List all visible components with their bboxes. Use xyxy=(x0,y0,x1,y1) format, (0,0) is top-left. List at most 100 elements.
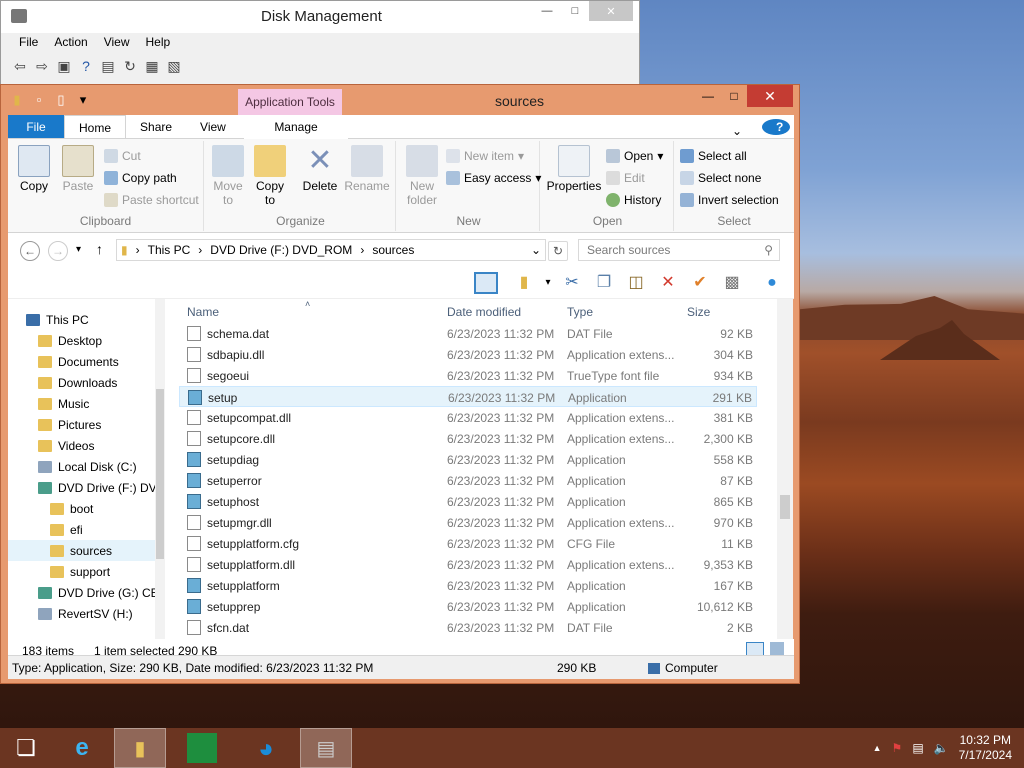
invert-selection-button[interactable]: Invert selection xyxy=(680,193,779,207)
file-row-setupcompat-dll[interactable]: setupcompat.dll 6/23/2023 11:32 PM Applica… xyxy=(179,407,757,428)
clock[interactable]: 10:32 PM 7/17/2024 xyxy=(959,733,1012,763)
paste-shortcut-button[interactable]: Paste shortcut xyxy=(104,193,199,207)
minimize-button[interactable]: — xyxy=(695,85,721,107)
copy-path-button[interactable]: Copy path xyxy=(104,171,177,185)
file-row-setuphost[interactable]: setuphost 6/23/2023 11:32 PM Application 86… xyxy=(179,491,757,512)
customize-qat-icon[interactable]: ▾ xyxy=(75,92,91,108)
volume-muted-icon[interactable]: 🔈 xyxy=(934,741,949,755)
easy-access-button[interactable]: Easy access ▾ xyxy=(446,171,541,185)
nav-item-support[interactable]: support xyxy=(50,561,110,582)
nav-item-dvd-drive-f-dv[interactable]: DVD Drive (F:) DV xyxy=(38,477,157,498)
forward-button[interactable]: → xyxy=(48,241,68,261)
file-row-sfcn-dat[interactable]: sfcn.dat 6/23/2023 11:32 PM DAT File 2 KB xyxy=(179,617,757,638)
nav-item-pictures[interactable]: Pictures xyxy=(38,414,101,435)
copy-button[interactable]: Copy xyxy=(14,145,54,193)
properties-qat-icon[interactable]: ▫ xyxy=(31,92,47,108)
list-view-icon[interactable]: ▤ xyxy=(99,57,117,75)
nav-item-local-disk-c[interactable]: Local Disk (C:) xyxy=(38,456,137,477)
file-row-sdbapiu-dll[interactable]: sdbapiu.dll 6/23/2023 11:32 PM Application… xyxy=(179,344,757,365)
edit-button[interactable]: Edit xyxy=(606,171,645,185)
disk-list-icon[interactable]: ▧ xyxy=(165,57,183,75)
nav-item-documents[interactable]: Documents xyxy=(38,351,119,372)
nav-item-this-pc[interactable]: This PC xyxy=(26,309,89,330)
file-explorer-icon[interactable]: ▮ xyxy=(114,728,166,768)
back-arrow-icon[interactable]: ⇦ xyxy=(11,57,29,75)
breadcrumb-this-pc[interactable]: This PC xyxy=(144,243,195,257)
open-button[interactable]: Open ▾ xyxy=(606,149,663,163)
file-row-setupmgr-dll[interactable]: setupmgr.dll 6/23/2023 11:32 PM Applicatio… xyxy=(179,512,757,533)
column-name[interactable]: Name xyxy=(187,305,219,319)
new-folder-qat-icon[interactable]: ▯ xyxy=(53,92,69,108)
file-row-setupdiag[interactable]: setupdiag 6/23/2023 11:32 PM Application 55… xyxy=(179,449,757,470)
preview-pane-icon[interactable] xyxy=(474,272,498,294)
menu-action[interactable]: Action xyxy=(46,35,95,49)
file-row-setupplatform-dll[interactable]: setupplatform.dll 6/23/2023 11:32 PM Appli… xyxy=(179,554,757,575)
menu-file[interactable]: File xyxy=(11,35,46,49)
tab-home[interactable]: Home xyxy=(64,115,127,138)
tab-file[interactable]: File xyxy=(8,115,64,138)
console-tree-icon[interactable]: ▣ xyxy=(55,57,73,75)
file-row-setuperror[interactable]: setuperror 6/23/2023 11:32 PM Application 8… xyxy=(179,470,757,491)
search-input[interactable]: Search sources xyxy=(587,243,670,257)
address-dropdown-icon[interactable]: ⌄ xyxy=(527,243,545,257)
edge-icon[interactable]: ◕ xyxy=(240,728,292,768)
refresh-icon[interactable]: ↻ xyxy=(121,57,139,75)
paste-button[interactable]: Paste xyxy=(58,145,98,193)
paste-icon[interactable]: ◫ xyxy=(624,272,648,294)
tab-manage[interactable]: Manage xyxy=(244,115,348,139)
new-folder-button[interactable]: New folder xyxy=(402,145,442,207)
tab-view[interactable]: View xyxy=(186,115,240,138)
folder-options-icon[interactable]: ▮ xyxy=(512,272,536,294)
move-to-button[interactable]: Move to xyxy=(208,145,248,207)
close-button[interactable]: ✕ xyxy=(747,85,793,107)
rename-button[interactable]: Rename xyxy=(344,145,390,193)
file-row-schema-dat[interactable]: schema.dat 6/23/2023 11:32 PM DAT File 92 K… xyxy=(179,323,757,344)
tab-share[interactable]: Share xyxy=(126,115,186,138)
back-button[interactable]: ← xyxy=(20,241,40,261)
file-row-setupplatform-cfg[interactable]: setupplatform.cfg 6/23/2023 11:32 PM CFG F… xyxy=(179,533,757,554)
close-button[interactable]: ✕ xyxy=(589,1,633,21)
nav-item-sources[interactable]: sources xyxy=(8,540,155,561)
file-scrollbar[interactable] xyxy=(777,299,793,639)
cut-icon[interactable]: ✂ xyxy=(560,272,584,294)
nav-item-dvd-drive-g-ce[interactable]: DVD Drive (G:) CE xyxy=(38,582,159,603)
recent-locations-icon[interactable]: ▾ xyxy=(76,244,81,255)
properties-icon[interactable]: ▦ xyxy=(143,57,161,75)
file-scrollbar-thumb[interactable] xyxy=(780,495,790,519)
nav-item-desktop[interactable]: Desktop xyxy=(38,330,102,351)
history-button[interactable]: History xyxy=(606,193,661,207)
maximize-button[interactable]: □ xyxy=(561,1,589,21)
forward-arrow-icon[interactable]: ⇨ xyxy=(33,57,51,75)
nav-item-efi[interactable]: efi xyxy=(50,519,83,540)
help-icon[interactable]: ? xyxy=(77,57,95,75)
checkmark-icon[interactable]: ✔ xyxy=(688,272,712,294)
file-row-setupprep[interactable]: setupprep 6/23/2023 11:32 PM Application 10… xyxy=(179,596,757,617)
file-row-setupcore-dll[interactable]: setupcore.dll 6/23/2023 11:32 PM Applicati… xyxy=(179,428,757,449)
minimize-button[interactable]: — xyxy=(533,1,561,21)
copy-icon[interactable]: ❐ xyxy=(592,272,616,294)
disk-management-taskbar-icon[interactable]: ▤ xyxy=(300,728,352,768)
large-icons-view-icon[interactable] xyxy=(770,642,784,656)
search-box[interactable]: Search sources ⚲ xyxy=(578,239,780,261)
nav-item-music[interactable]: Music xyxy=(38,393,89,414)
dropdown-icon[interactable]: ▾ xyxy=(536,272,560,294)
menu-view[interactable]: View xyxy=(96,35,138,49)
select-all-button[interactable]: Select all xyxy=(680,149,747,163)
store-icon[interactable] xyxy=(176,728,228,768)
column-date[interactable]: Date modified xyxy=(447,305,521,319)
nav-item-videos[interactable]: Videos xyxy=(38,435,94,456)
refresh-button[interactable]: ↻ xyxy=(548,241,568,261)
address-bar[interactable]: ▮ › This PC › DVD Drive (F:) DVD_ROM › s… xyxy=(116,239,546,261)
network-icon[interactable]: ▤ xyxy=(912,741,923,755)
breadcrumb-drive[interactable]: DVD Drive (F:) DVD_ROM xyxy=(206,243,356,257)
cut-button[interactable]: Cut xyxy=(104,149,141,163)
properties-icon[interactable]: ▩ xyxy=(720,272,744,294)
menu-help[interactable]: Help xyxy=(138,35,179,49)
nav-item-revertsv-h[interactable]: RevertSV (H:) xyxy=(38,603,133,624)
up-arrow-icon[interactable]: ↑ xyxy=(96,241,103,257)
copy-to-button[interactable]: Copy to xyxy=(250,145,290,207)
nav-item-downloads[interactable]: Downloads xyxy=(38,372,117,393)
globe-icon[interactable]: ● xyxy=(760,272,784,294)
nav-scrollbar-thumb[interactable] xyxy=(156,389,164,559)
nav-scrollbar[interactable] xyxy=(155,299,165,639)
